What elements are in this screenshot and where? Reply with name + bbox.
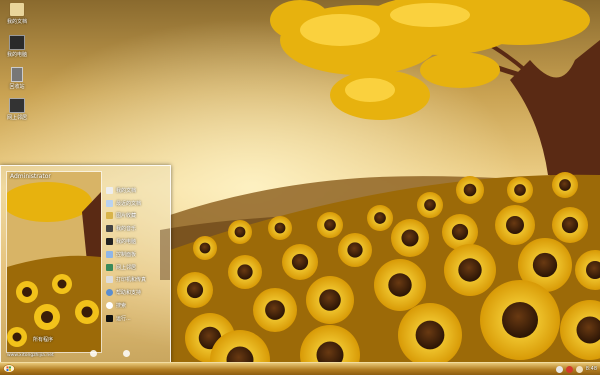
desktop-icon-network[interactable]: 网上邻居 [2,98,32,121]
menu-item-recent-documents[interactable]: 最近的文档 [106,197,168,210]
menu-item-label: 打印机和传真 [116,277,147,284]
run-icon [106,314,113,322]
desktop-icon-label: 我的文档 [6,19,27,25]
taskbar: 8:48 [0,362,600,375]
help-icon [106,289,113,297]
desktop-icon-label: 回收站 [9,84,25,90]
desktop-icon-recycle-bin[interactable]: 回收站 [2,67,32,90]
all-programs-button[interactable]: 所有程序 [33,336,53,343]
search-icon [106,302,113,310]
desktop-icon-my-documents[interactable]: 我的文档 [2,2,32,25]
volume-icon[interactable] [575,365,583,373]
printer-icon [106,276,113,284]
pictures-icon [106,212,113,220]
desktop-icon-label: 我的电脑 [6,52,27,58]
power-buttons [90,350,130,357]
start-menu-items: 我的文档 最近的文档 图片收藏 我的音乐 我的电脑 控制面板 网上邻居 打印机和… [106,184,168,325]
network-icon [106,263,113,271]
menu-item-my-documents[interactable]: 我的文档 [106,184,168,197]
menu-item-label: 控制面板 [116,251,137,258]
website-watermark: www.xitongzhijia.net [7,353,54,358]
desktop-icon-my-computer[interactable]: 我的电脑 [2,35,32,58]
shutdown-icon[interactable] [123,350,130,357]
menu-item-pictures[interactable]: 图片收藏 [106,210,168,223]
menu-item-label: 最近的文档 [116,200,142,207]
desktop-icon-label: 网上邻居 [6,115,27,121]
wallpaper-preview [6,171,102,353]
start-menu-user-name: Administrator [10,173,51,180]
menu-item-music[interactable]: 我的音乐 [106,222,168,235]
menu-item-label: 网上邻居 [116,264,137,271]
start-button[interactable] [3,364,17,373]
recent-documents-icon [106,199,113,207]
menu-item-printers[interactable]: 打印机和传真 [106,274,168,287]
menu-item-control-panel[interactable]: 控制面板 [106,248,168,261]
security-alert-icon[interactable] [565,365,573,373]
taskbar-clock[interactable]: 8:48 [586,366,597,372]
menu-item-network[interactable]: 网上邻居 [106,261,168,274]
menu-item-label: 我的音乐 [116,226,137,233]
menu-item-search[interactable]: 搜索 [106,299,168,312]
computer-icon [9,35,25,50]
documents-folder-icon [9,2,25,17]
start-menu: Administrator 我的文档 最近的文档 图片收藏 我的音乐 我的电脑 … [0,165,171,365]
log-off-icon[interactable] [90,350,97,357]
recycle-bin-icon [11,67,23,82]
control-panel-icon [106,250,113,258]
network-icon [9,98,25,113]
system-tray: 8:48 [555,364,597,374]
menu-item-help[interactable]: 帮助和支持 [106,286,168,299]
music-icon [106,225,113,233]
network-status-icon[interactable] [555,365,563,373]
menu-item-my-computer[interactable]: 我的电脑 [106,235,168,248]
menu-item-label: 我的电脑 [116,239,137,246]
menu-item-label: 图片收藏 [116,213,137,220]
menu-item-label: 帮助和支持 [116,290,142,297]
menu-item-label: 我的文档 [116,187,137,194]
menu-item-run[interactable]: 运行... [106,312,168,325]
menu-item-label: 运行... [116,315,131,322]
computer-icon [106,238,113,246]
documents-icon [106,186,113,194]
menu-item-label: 搜索 [116,303,127,310]
